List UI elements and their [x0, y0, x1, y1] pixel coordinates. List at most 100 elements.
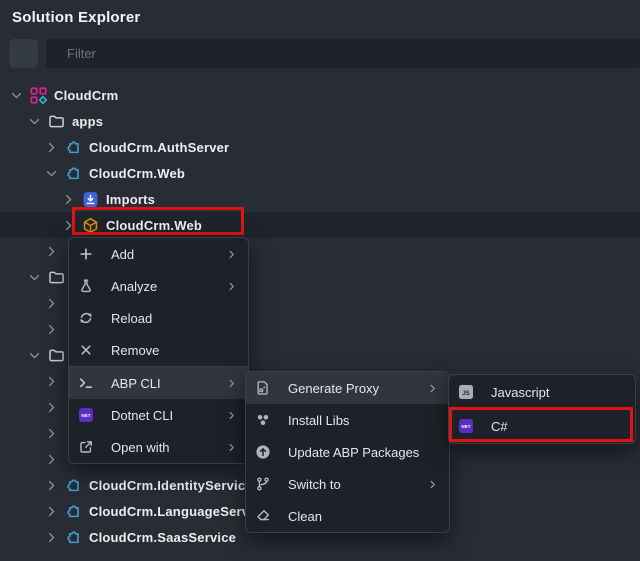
module-puzzle-icon: [65, 165, 82, 182]
plus-icon: [77, 246, 95, 262]
tree-item-label: CloudCrm.Web: [106, 218, 202, 233]
menu-item-open-with[interactable]: Open with: [69, 431, 248, 463]
module-puzzle-icon: [65, 477, 82, 494]
chevron-right-icon[interactable]: [43, 503, 59, 519]
menu-item-label: Analyze: [111, 279, 225, 294]
chevron-down-icon[interactable]: [26, 347, 42, 363]
menu-item-label: Remove: [111, 343, 238, 358]
eraser-icon: [254, 508, 272, 524]
menu-item-abp-cli[interactable]: ABP CLI: [69, 367, 248, 399]
chevron-right-icon[interactable]: [43, 425, 59, 441]
chevron-down-icon[interactable]: [26, 269, 42, 285]
chevron-right-icon[interactable]: [43, 451, 59, 467]
chevron-right-icon[interactable]: [43, 139, 59, 155]
menu-item-label: Dotnet CLI: [111, 408, 225, 423]
chevron-right-icon[interactable]: [43, 477, 59, 493]
imports-icon: [82, 191, 99, 208]
tree-item-label: CloudCrm.SaasService: [89, 530, 236, 545]
menu-item-label: Javascript: [491, 385, 625, 400]
menu-item-switch-to[interactable]: Switch to: [246, 468, 449, 500]
submenu-chevron-icon: [225, 409, 238, 422]
menu-item-add[interactable]: Add: [69, 238, 248, 270]
dotnet-badge-icon: NET: [457, 418, 475, 434]
tree-item-cloudcrm-web[interactable]: CloudCrm.Web: [0, 160, 640, 186]
svg-text:NET: NET: [81, 413, 90, 418]
terminal-icon: [77, 375, 95, 391]
submenu-chevron-icon: [225, 248, 238, 261]
menu-item-remove[interactable]: Remove: [69, 334, 248, 366]
menu-item-label: Generate Proxy: [288, 381, 426, 396]
submenu-chevron-icon: [225, 280, 238, 293]
file-proxy-icon: [254, 380, 272, 396]
tree-item-label: CloudCrm.LanguageService: [89, 504, 268, 519]
submenu-chevron-icon: [225, 377, 238, 390]
menu-item-dotnet-cli[interactable]: NET Dotnet CLI: [69, 399, 248, 431]
tree-item-apps[interactable]: apps: [0, 108, 640, 134]
tree-item-label: apps: [72, 114, 103, 129]
menu-item-reload[interactable]: Reload: [69, 302, 248, 334]
tree-item-cloudcrm-authserver[interactable]: CloudCrm.AuthServer: [0, 134, 640, 160]
menu-item-label: Switch to: [288, 477, 426, 492]
tree-item-label: CloudCrm.IdentityService: [89, 478, 253, 493]
chevron-right-icon[interactable]: [60, 191, 76, 207]
tree-item-label: CloudCrm.AuthServer: [89, 140, 229, 155]
open-external-icon: [77, 439, 95, 455]
package-cube-icon: [82, 217, 99, 234]
menu-item-generate-proxy[interactable]: Generate Proxy: [246, 372, 449, 404]
submenu-chevron-icon: [426, 478, 439, 491]
menu-item-clean[interactable]: Clean: [246, 500, 449, 532]
reload-icon: [77, 310, 95, 326]
dotnet-badge-icon: NET: [77, 407, 95, 423]
module-puzzle-icon: [65, 529, 82, 546]
folder-icon: [48, 347, 65, 364]
module-puzzle-icon: [65, 139, 82, 156]
libs-icon: [254, 412, 272, 428]
abp-solution-icon: [30, 87, 47, 104]
solution-explorer-panel: Solution Explorer CloudCrmappsCloudCrm.A…: [0, 0, 640, 561]
chevron-right-icon[interactable]: [43, 373, 59, 389]
chevron-right-icon[interactable]: [43, 295, 59, 311]
menu-item-label: Reload: [111, 311, 238, 326]
update-icon: [254, 444, 272, 460]
chevron-right-icon[interactable]: [43, 321, 59, 337]
close-icon: [77, 342, 95, 358]
chevron-right-icon[interactable]: [43, 399, 59, 415]
menu-item-javascript[interactable]: JS Javascript: [449, 375, 635, 409]
menu-item-install-libs[interactable]: Install Libs: [246, 404, 449, 436]
context-menu: Add Analyze Reload Remove ABP CLI NET Dotnet C…: [68, 237, 249, 464]
menu-item-label: Update ABP Packages: [288, 445, 439, 460]
tree-item-label: CloudCrm.Web: [89, 166, 185, 181]
abp-cli-submenu: Generate Proxy Install Libs Update ABP Pac…: [245, 371, 450, 533]
menu-item-c[interactable]: NET C#: [449, 409, 635, 443]
flask-icon: [77, 278, 95, 294]
js-badge-icon: JS: [457, 384, 475, 400]
chevron-down-icon[interactable]: [8, 87, 24, 103]
generate-proxy-submenu: JS Javascript NET C#: [448, 374, 636, 444]
menu-item-label: Open with: [111, 440, 225, 455]
menu-item-label: ABP CLI: [111, 376, 225, 391]
chevron-right-icon[interactable]: [43, 529, 59, 545]
menu-item-label: Clean: [288, 509, 439, 524]
module-puzzle-icon: [65, 503, 82, 520]
menu-item-label: Add: [111, 247, 225, 262]
menu-item-update-abp-packages[interactable]: Update ABP Packages: [246, 436, 449, 468]
menu-item-label: Install Libs: [288, 413, 439, 428]
chevron-right-icon[interactable]: [60, 217, 76, 233]
svg-text:NET: NET: [461, 424, 470, 429]
tree-item-cloudcrm[interactable]: CloudCrm: [0, 82, 640, 108]
submenu-chevron-icon: [426, 382, 439, 395]
menu-item-analyze[interactable]: Analyze: [69, 270, 248, 302]
svg-text:JS: JS: [462, 390, 470, 397]
menu-item-label: C#: [491, 419, 625, 434]
chevron-down-icon[interactable]: [26, 113, 42, 129]
branch-icon: [254, 476, 272, 492]
tree-item-label: CloudCrm: [54, 88, 118, 103]
submenu-chevron-icon: [225, 441, 238, 454]
chevron-right-icon[interactable]: [43, 243, 59, 259]
folder-icon: [48, 113, 65, 130]
tree-item-label: Imports: [106, 192, 155, 207]
tree-item-imports[interactable]: Imports: [0, 186, 640, 212]
folder-icon: [48, 269, 65, 286]
tree-item-cloudcrm-web[interactable]: CloudCrm.Web: [0, 212, 640, 238]
chevron-down-icon[interactable]: [43, 165, 59, 181]
